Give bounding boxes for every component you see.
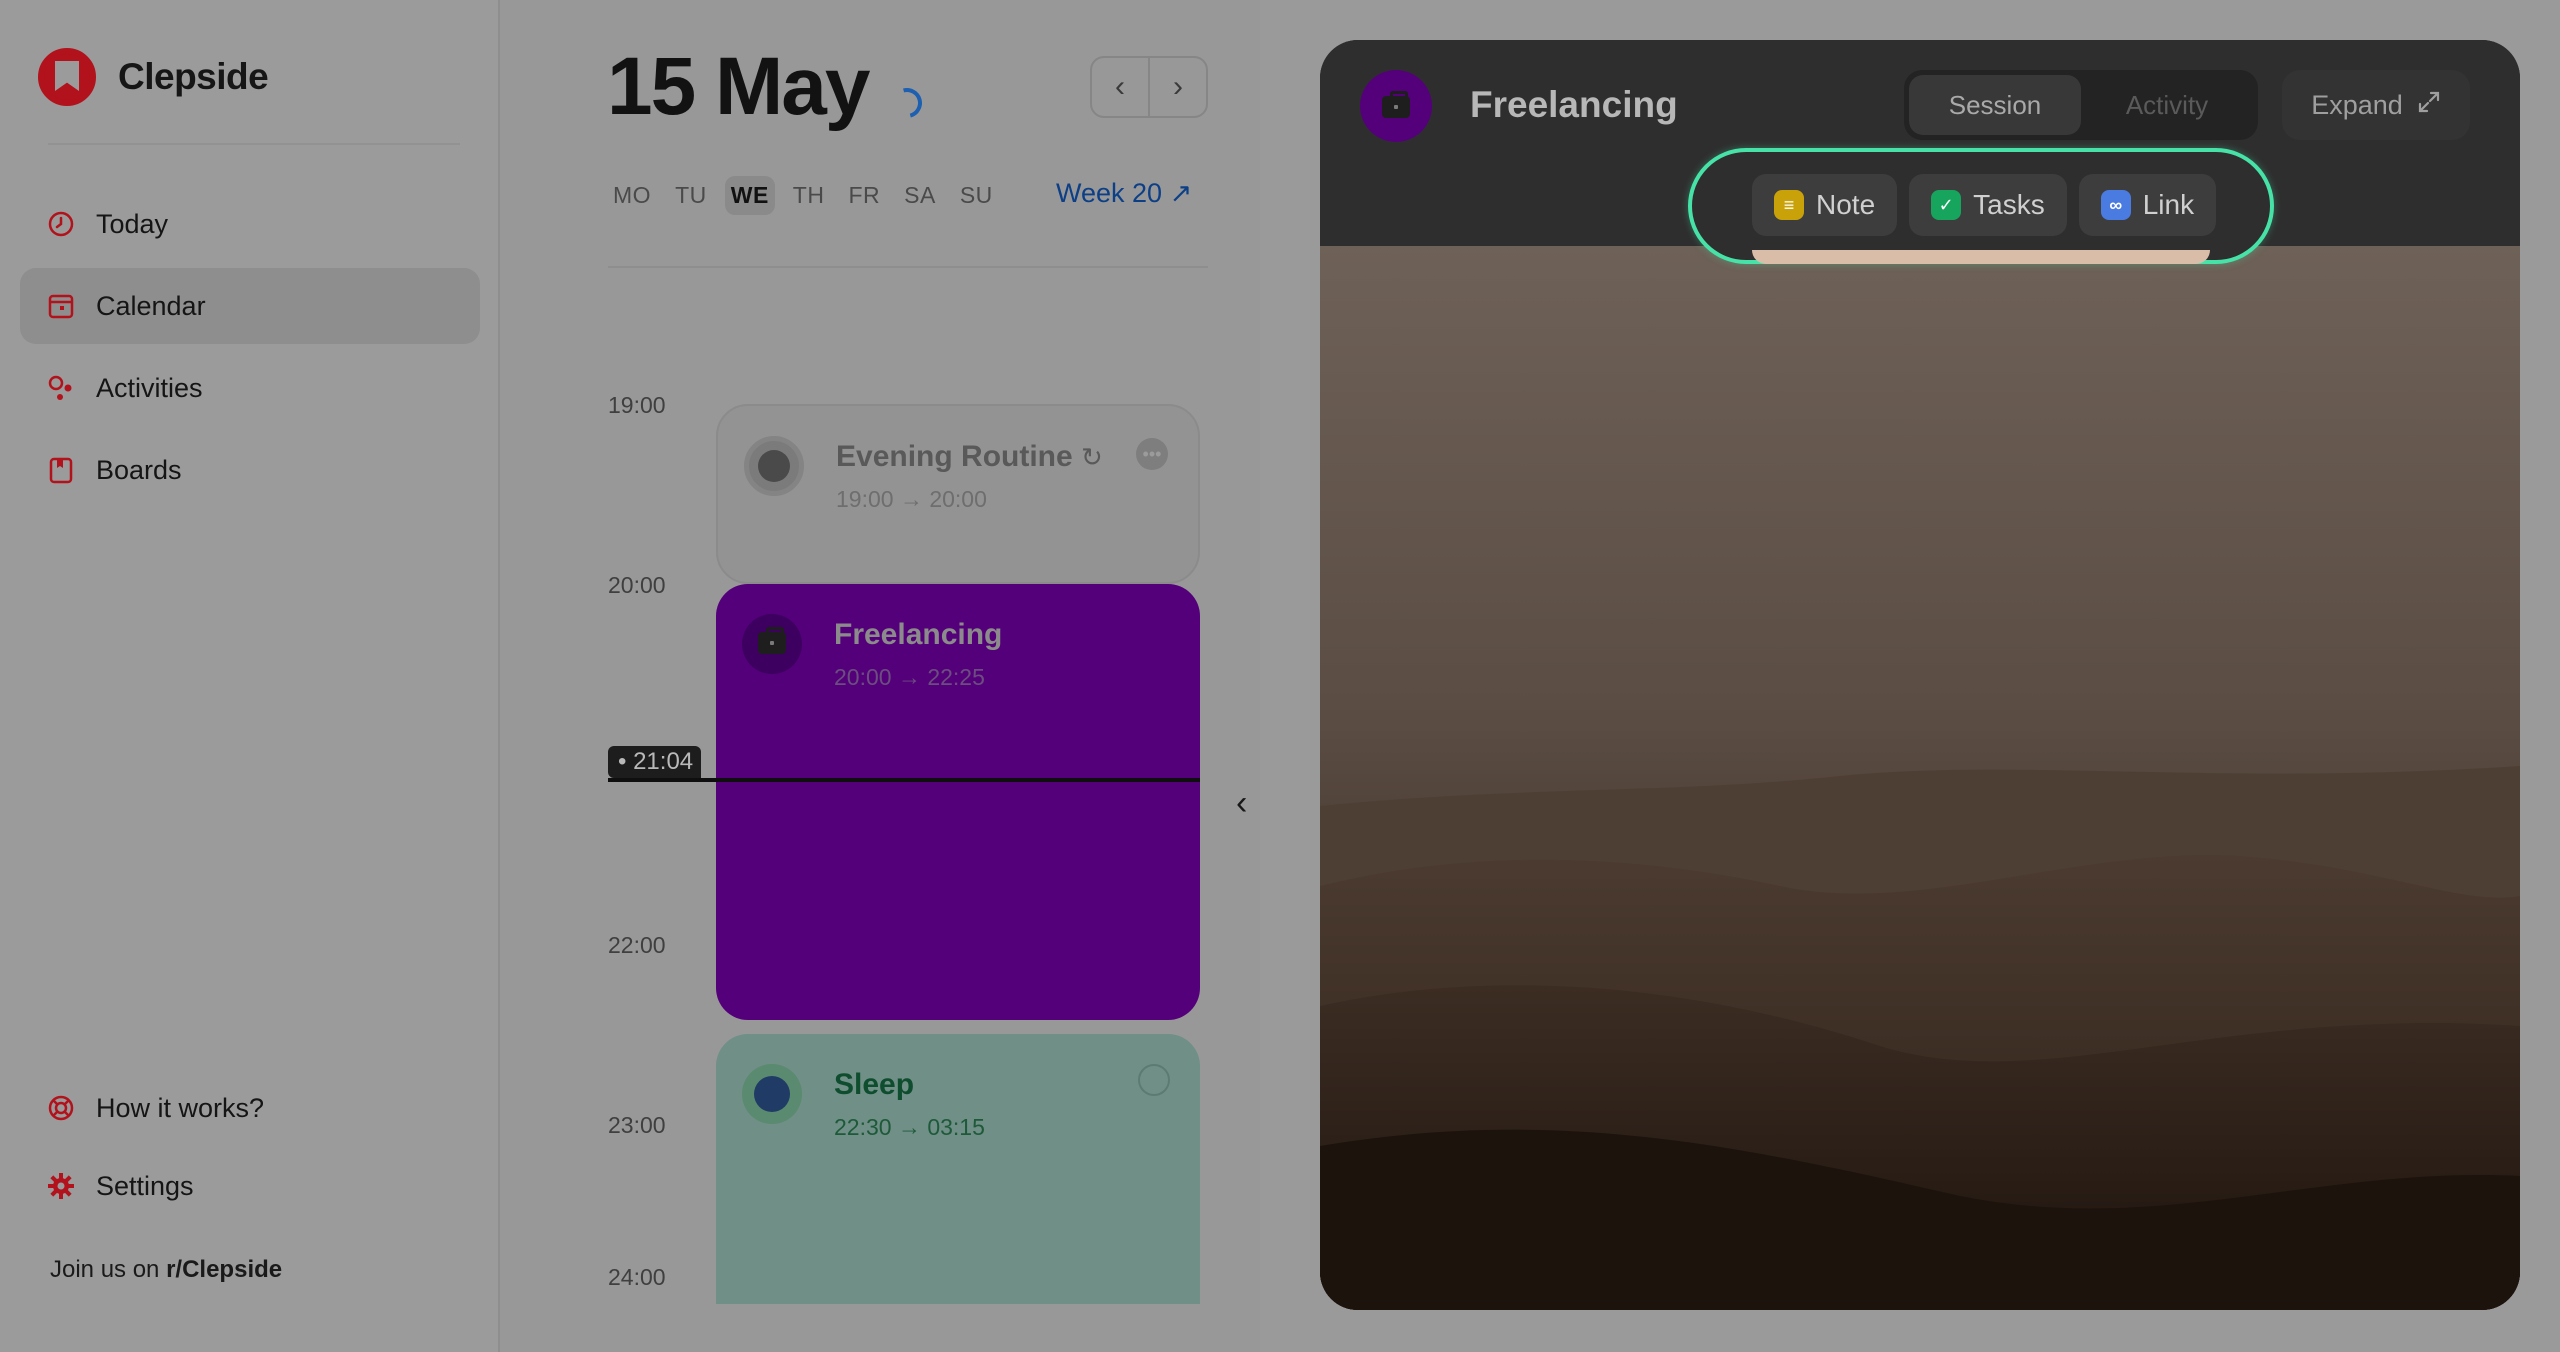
boards-icon: [46, 455, 76, 485]
hour-label: 22:00: [608, 932, 666, 958]
main-nav: Today Calendar Activities Boards: [20, 186, 480, 514]
calendar-icon: [46, 291, 76, 321]
weekday-we[interactable]: WE: [724, 176, 775, 215]
weekday-sa[interactable]: SA: [898, 176, 942, 215]
sidebar-item-label: How it works?: [96, 1092, 265, 1123]
cover-image: [1320, 246, 2520, 1310]
event-title: Sleep: [834, 1068, 915, 1101]
settings-link[interactable]: Settings: [20, 1148, 480, 1224]
activity-avatar: [1360, 70, 1432, 142]
tab-session[interactable]: Session: [1909, 75, 2081, 135]
sidebar-divider: [48, 143, 460, 145]
session-panel: Freelancing Session Activity Expand ≡ No…: [1320, 40, 2520, 1310]
sidebar-item-label: Activities: [96, 372, 203, 403]
chip-label: Link: [2142, 189, 2195, 220]
current-time-line: [608, 778, 1200, 782]
chevron-left-icon: ‹: [1236, 784, 1248, 822]
hour-label: 20:00: [608, 572, 666, 598]
weekday-strip: MO TU WE TH FR SA SU: [607, 176, 999, 215]
event-sleep[interactable]: Sleep 22:30 → 03:15: [716, 1034, 1200, 1304]
subreddit-link[interactable]: r/Clepside: [166, 1256, 282, 1283]
week-link[interactable]: Week 20 ↗: [1056, 178, 1192, 209]
join-prefix: Join us on: [50, 1256, 167, 1283]
sidebar-item-label: Calendar: [96, 290, 206, 321]
add-tasks-button[interactable]: ✓ Tasks: [1909, 174, 2067, 236]
link-icon: ∞: [2100, 190, 2131, 220]
expand-label: Expand: [2311, 89, 2403, 120]
event-title: Evening Routine ↻: [836, 440, 1103, 473]
check-icon: ✓: [1931, 190, 1962, 220]
calendar-divider: [608, 266, 1208, 268]
activities-icon: [46, 373, 76, 403]
bottom-nav: How it works? Settings: [20, 1070, 480, 1226]
loading-spinner-icon: [886, 82, 928, 124]
weekday-fr[interactable]: FR: [842, 176, 886, 215]
expand-icon: [2417, 90, 2441, 121]
brand-name: Clepside: [118, 56, 269, 97]
lifebuoy-icon: [46, 1093, 76, 1123]
sidebar-item-boards[interactable]: Boards: [20, 432, 480, 508]
activity-avatar: [744, 436, 804, 496]
tab-activity[interactable]: Activity: [2081, 75, 2253, 135]
event-freelancing[interactable]: Freelancing 20:00 → 22:25: [716, 584, 1200, 1020]
clock-icon: [46, 209, 76, 239]
prev-day-button[interactable]: ‹: [1092, 58, 1148, 116]
add-note-button[interactable]: ≡ Note: [1752, 174, 1898, 236]
event-time: 19:00 → 20:00: [836, 486, 987, 512]
repeat-icon: ↻: [1081, 442, 1103, 472]
hour-label: 19:00: [608, 392, 666, 418]
chip-label: Tasks: [1973, 189, 2045, 220]
weekday-su[interactable]: SU: [954, 176, 999, 215]
chevron-left-icon: ‹: [1115, 70, 1125, 103]
chip-label: Note: [1816, 189, 1876, 220]
community-link[interactable]: Join us on r/Clepside: [50, 1256, 282, 1284]
sidebar-item-label: Boards: [96, 454, 182, 485]
panel-header: Freelancing Session Activity Expand ≡ No…: [1320, 40, 2520, 264]
sidebar-item-label: Settings: [96, 1170, 194, 1201]
chevron-right-icon: ›: [1173, 70, 1183, 103]
activity-avatar: [742, 614, 802, 674]
complete-checkbox[interactable]: [1138, 1064, 1170, 1096]
sidebar-item-label: Today: [96, 208, 169, 239]
note-icon: ≡: [1774, 190, 1804, 220]
weekday-th[interactable]: TH: [787, 176, 831, 215]
more-options-icon[interactable]: •••: [1136, 438, 1168, 470]
how-it-works-link[interactable]: How it works?: [20, 1070, 480, 1146]
event-time: 22:30 → 03:15: [834, 1114, 985, 1140]
briefcase-icon: [758, 627, 786, 654]
hour-label: 23:00: [608, 1112, 666, 1138]
current-time-badge: • 21:04: [608, 746, 702, 778]
gear-icon: [46, 1171, 76, 1201]
page-title: 15 May: [607, 41, 871, 132]
next-day-button[interactable]: ›: [1148, 58, 1206, 116]
sidebar-item-today[interactable]: Today: [20, 186, 480, 262]
view-switcher: Session Activity: [1904, 70, 2258, 140]
collapse-panel-button[interactable]: ‹: [1236, 784, 1247, 823]
attachment-chips: ≡ Note ✓ Tasks ∞ Link: [1688, 148, 2274, 264]
clepside-logo-icon: [38, 48, 96, 106]
hour-label: 24:00: [608, 1264, 666, 1290]
panel-title: Freelancing: [1470, 84, 1678, 125]
sidebar-item-calendar[interactable]: Calendar: [20, 268, 480, 344]
sidebar: Clepside Today Calendar Activities Board…: [0, 0, 500, 1352]
brand[interactable]: Clepside: [38, 48, 269, 106]
weekday-mo[interactable]: MO: [607, 176, 657, 215]
date-navigation: ‹ ›: [1090, 56, 1208, 118]
expand-button[interactable]: Expand: [2282, 70, 2470, 140]
event-title: Freelancing: [834, 618, 1003, 651]
add-link-button[interactable]: ∞ Link: [2078, 174, 2217, 236]
event-time: 20:00 → 22:25: [834, 664, 985, 690]
briefcase-icon: [1382, 91, 1410, 118]
activity-avatar: [742, 1064, 802, 1124]
sidebar-item-activities[interactable]: Activities: [20, 350, 480, 426]
event-evening-routine[interactable]: Evening Routine ↻ 19:00 → 20:00 •••: [716, 404, 1200, 584]
weekday-tu[interactable]: TU: [669, 176, 713, 215]
